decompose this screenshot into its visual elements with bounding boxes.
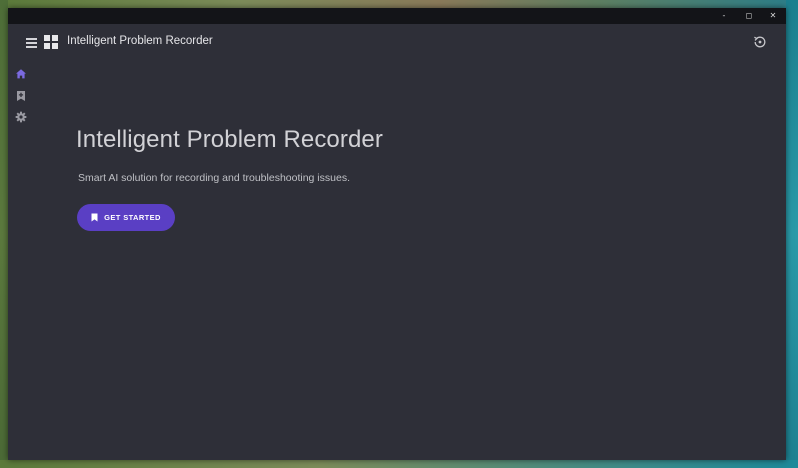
close-button[interactable]: ✕ xyxy=(760,8,786,24)
add-bookmark-icon[interactable] xyxy=(15,87,27,101)
app-window: ‐ ◻ ✕ Intelligent Problem Recorder Intel… xyxy=(8,8,786,460)
desktop-wallpaper-left xyxy=(0,0,8,468)
gear-icon[interactable] xyxy=(15,108,27,123)
hamburger-menu-icon[interactable] xyxy=(26,38,38,48)
app-header: Intelligent Problem Recorder xyxy=(8,24,786,60)
get-started-button[interactable]: GET STARTED xyxy=(77,204,175,231)
app-title: Intelligent Problem Recorder xyxy=(67,35,213,47)
hero-subtitle: Smart AI solution for recording and trou… xyxy=(78,172,350,184)
desktop-wallpaper-bottom xyxy=(0,460,798,468)
window-caption-bar[interactable]: ‐ ◻ ✕ xyxy=(8,8,786,24)
minimize-button[interactable]: ‐ xyxy=(711,8,737,24)
desktop-wallpaper-right xyxy=(786,0,798,468)
windows-logo-icon xyxy=(44,35,58,49)
history-icon[interactable] xyxy=(752,34,768,50)
maximize-button[interactable]: ◻ xyxy=(736,8,762,24)
get-started-label: GET STARTED xyxy=(104,213,161,222)
hero-section: Intelligent Problem Recorder Smart AI so… xyxy=(76,126,383,231)
hero-title: Intelligent Problem Recorder xyxy=(76,126,383,153)
home-icon[interactable] xyxy=(15,65,27,79)
bookmark-icon xyxy=(91,213,98,222)
desktop-wallpaper-top xyxy=(0,0,798,8)
